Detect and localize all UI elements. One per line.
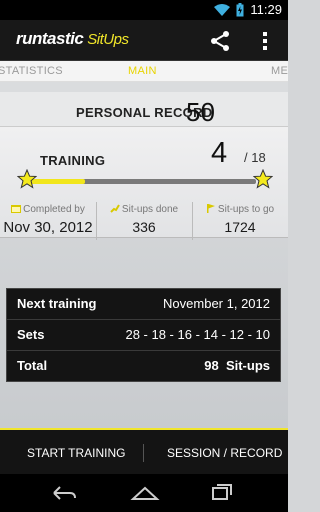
stat-to-go-value: 1724 <box>224 219 256 235</box>
battery-icon <box>236 2 244 16</box>
next-training-row: Next training November 1, 2012 <box>7 289 280 319</box>
start-training-button[interactable]: START TRAINING <box>27 446 125 460</box>
stat-completed-value: Nov 30, 2012 <box>3 219 93 236</box>
stat-done: Sit-ups done 336 <box>96 196 192 274</box>
stat-to-go: Sit-ups to go 1724 <box>192 196 288 274</box>
stat-completed-label: Completed by <box>23 204 85 215</box>
tab-main[interactable]: MAIN <box>128 65 157 77</box>
share-icon[interactable] <box>208 29 232 53</box>
total-row: Total 98 Sit-ups <box>7 351 280 381</box>
sets-label: Sets <box>17 327 45 342</box>
stat-done-value: 336 <box>132 219 156 235</box>
total-value: 98 <box>204 358 219 373</box>
stats-row: Completed by Nov 30, 2012 Sit-ups done 3… <box>0 196 288 274</box>
situp-icon <box>110 204 120 213</box>
next-training-table: Next training November 1, 2012 Sets 28 -… <box>7 289 280 381</box>
session-record-button[interactable]: SESSION / RECORD <box>167 446 282 460</box>
sets-value: 28 - 18 - 16 - 14 - 12 - 10 <box>125 327 270 342</box>
goal-star-icon <box>253 169 273 189</box>
training-current: 4 <box>211 137 228 169</box>
personal-record-value: 50 <box>186 97 215 127</box>
app-logo: runtastic SitUps <box>16 29 129 49</box>
stat-to-go-label: Sit-ups to go <box>217 204 275 215</box>
recent-apps-icon[interactable] <box>210 483 234 503</box>
tab-me[interactable]: ME <box>271 65 288 77</box>
logo-subtitle: SitUps <box>87 31 129 48</box>
stat-done-label: Sit-ups done <box>121 204 179 215</box>
flag-icon <box>206 204 215 213</box>
next-training-date: November 1, 2012 <box>163 296 270 311</box>
stat-completed: Completed by Nov 30, 2012 <box>0 196 96 274</box>
tab-strip: STATISTICS MAIN ME <box>0 61 288 82</box>
wifi-icon <box>214 3 231 16</box>
app-bar: runtastic SitUps <box>0 20 288 61</box>
training-total: / 18 <box>244 150 266 165</box>
divider <box>143 444 144 462</box>
status-bar: 11:29 <box>0 0 288 20</box>
back-icon[interactable] <box>50 483 78 503</box>
next-training-label: Next training <box>17 296 97 311</box>
overflow-menu-icon[interactable] <box>258 30 272 52</box>
system-nav-bar <box>0 474 288 512</box>
total-label: Total <box>17 358 48 373</box>
status-time: 11:29 <box>250 2 282 17</box>
sets-row: Sets 28 - 18 - 16 - 14 - 12 - 10 <box>7 320 280 350</box>
total-unit: Sit-ups <box>225 358 270 373</box>
logo-text: runtastic <box>16 29 84 48</box>
training-progress-bar <box>28 179 256 184</box>
training-label: TRAINING <box>40 153 106 168</box>
start-star-icon <box>17 169 37 189</box>
main-panel: PERSONAL RECORD 50 TRAINING 4 / 18 Compl… <box>0 82 288 428</box>
calendar-icon <box>11 205 22 213</box>
tab-statistics[interactable]: STATISTICS <box>0 65 63 77</box>
bottom-action-bar: START TRAINING SESSION / RECORD <box>0 428 288 476</box>
home-icon[interactable] <box>130 483 160 503</box>
